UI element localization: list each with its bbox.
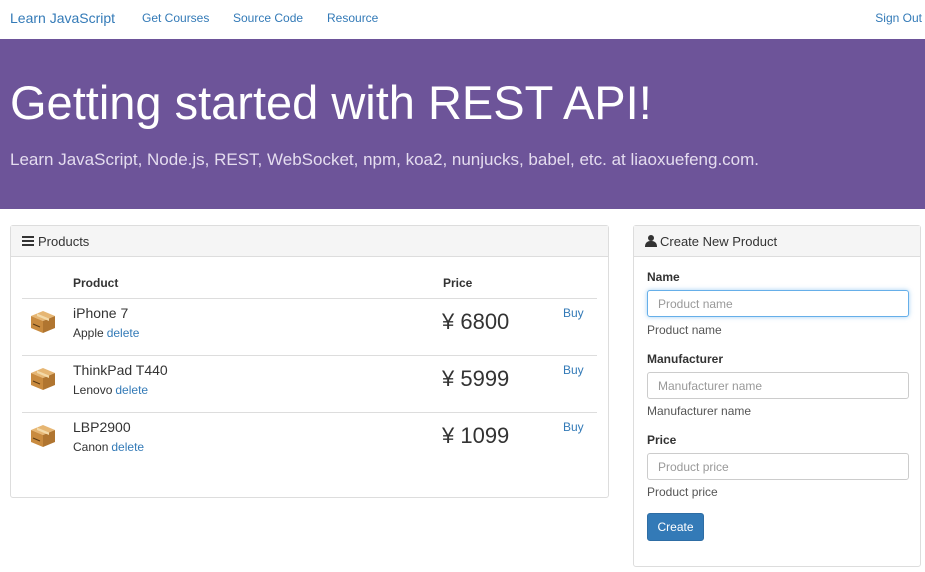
create-heading-label: Create New Product [660, 233, 778, 249]
product-name: iPhone 7 [73, 305, 129, 321]
brand-link[interactable]: Learn JavaScript [10, 10, 115, 26]
name-label: Name [647, 270, 680, 284]
package-box-icon [31, 425, 55, 447]
create-panel-heading: Create New Product [634, 226, 920, 257]
product-manufacturer: Canon delete [73, 440, 144, 454]
products-panel-heading: Products [11, 226, 608, 257]
name-help-text: Product name [647, 323, 722, 337]
buy-link[interactable]: Buy [563, 306, 584, 320]
manufacturer-name: Canon [73, 440, 109, 454]
list-icon [22, 236, 34, 246]
user-icon [645, 235, 657, 247]
manufacturer-label: Manufacturer [647, 352, 724, 366]
column-header-price: Price [443, 276, 473, 290]
delete-link[interactable]: delete [115, 383, 148, 397]
column-header-product: Product [73, 276, 119, 290]
manufacturer-name: Lenovo [73, 383, 113, 397]
product-price: ¥ 6800 [442, 309, 510, 334]
product-price: ¥ 1099 [442, 423, 510, 448]
hero-banner: Getting started with REST API! Learn Jav… [0, 39, 925, 209]
manufacturer-help-text: Manufacturer name [647, 404, 752, 418]
product-manufacturer: Lenovo delete [73, 383, 148, 397]
manufacturer-input[interactable] [647, 372, 909, 399]
product-price: ¥ 5999 [442, 366, 510, 391]
delete-link[interactable]: delete [111, 440, 144, 454]
product-name: ThinkPad T440 [73, 362, 168, 378]
table-row: iPhone 7 Apple delete ¥ 6800 Buy [22, 299, 597, 356]
products-panel: Products Product Price iPhone 7 Apple del… [10, 225, 609, 498]
hero-subtitle: Learn JavaScript, Node.js, REST, WebSock… [10, 150, 760, 169]
product-name: LBP2900 [73, 419, 131, 435]
hero-title: Getting started with REST API! [10, 76, 652, 129]
buy-link[interactable]: Buy [563, 420, 584, 434]
product-manufacturer: Apple delete [73, 326, 139, 340]
package-box-icon [31, 311, 55, 333]
create-button[interactable]: Create [647, 513, 704, 541]
product-name-input[interactable] [647, 290, 909, 317]
create-product-panel: Create New Product Name Product name Man… [633, 225, 921, 567]
nav-source-code[interactable]: Source Code [233, 11, 303, 25]
products-heading-label: Products [38, 233, 90, 249]
price-help-text: Product price [647, 485, 718, 499]
nav-resource[interactable]: Resource [327, 11, 378, 25]
package-box-icon [31, 368, 55, 390]
table-row: ThinkPad T440 Lenovo delete ¥ 5999 Buy [22, 356, 597, 413]
price-label: Price [647, 433, 677, 447]
product-price-input[interactable] [647, 453, 909, 480]
sign-out-link[interactable]: Sign Out [875, 11, 922, 25]
buy-link[interactable]: Buy [563, 363, 584, 377]
table-row: LBP2900 Canon delete ¥ 1099 Buy [22, 413, 597, 470]
top-navbar: Learn JavaScript Get Courses Source Code… [0, 0, 925, 39]
manufacturer-name: Apple [73, 326, 104, 340]
delete-link[interactable]: delete [107, 326, 140, 340]
nav-get-courses[interactable]: Get Courses [142, 11, 209, 25]
